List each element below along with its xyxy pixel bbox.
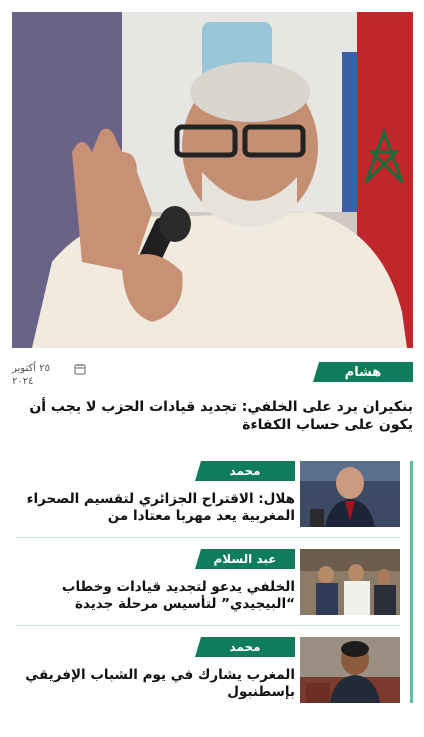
list-item[interactable]: محمد هلال: الاقتراح الجزائري لتقسيم الصح… bbox=[16, 461, 410, 549]
list-item[interactable]: عبد السلام الخلفي يدعو لتجديد قيادات وخط… bbox=[16, 549, 410, 637]
calendar-icon bbox=[74, 364, 86, 375]
featured-image[interactable] bbox=[12, 12, 413, 348]
article-thumbnail[interactable] bbox=[300, 637, 400, 703]
featured-date: ٢٥ أكتوبر ٢٠٢٤ bbox=[12, 362, 92, 388]
article-author-tag[interactable]: عبد السلام bbox=[195, 549, 295, 569]
article-thumbnail[interactable] bbox=[300, 549, 400, 615]
article-list: محمد هلال: الاقتراح الجزائري لتقسيم الصح… bbox=[16, 461, 413, 703]
article-title[interactable]: الخلفي يدعو لتجديد قيادات وخطاب “البيجيد… bbox=[25, 579, 295, 613]
article-author-tag[interactable]: محمد bbox=[195, 637, 295, 657]
article-thumbnail[interactable] bbox=[300, 461, 400, 527]
featured-meta: هشام ٢٥ أكتوبر ٢٠٢٤ bbox=[12, 360, 413, 396]
featured-date-text: ٢٥ أكتوبر ٢٠٢٤ bbox=[12, 363, 50, 387]
article-author-tag[interactable]: محمد bbox=[195, 461, 295, 481]
article-title[interactable]: هلال: الاقتراح الجزائري لتقسيم الصحراء ا… bbox=[25, 491, 295, 525]
featured-headline[interactable]: بنكيران يرد على الخلفي: تجديد قيادات الح… bbox=[12, 398, 413, 434]
divider bbox=[16, 537, 400, 538]
divider bbox=[16, 625, 400, 626]
article-title[interactable]: المغرب يشارك في يوم الشباب الإفريقي بإسط… bbox=[25, 667, 295, 701]
list-item[interactable]: محمد المغرب يشارك في يوم الشباب الإفريقي… bbox=[16, 637, 410, 725]
featured-author-tag[interactable]: هشام bbox=[313, 362, 413, 382]
